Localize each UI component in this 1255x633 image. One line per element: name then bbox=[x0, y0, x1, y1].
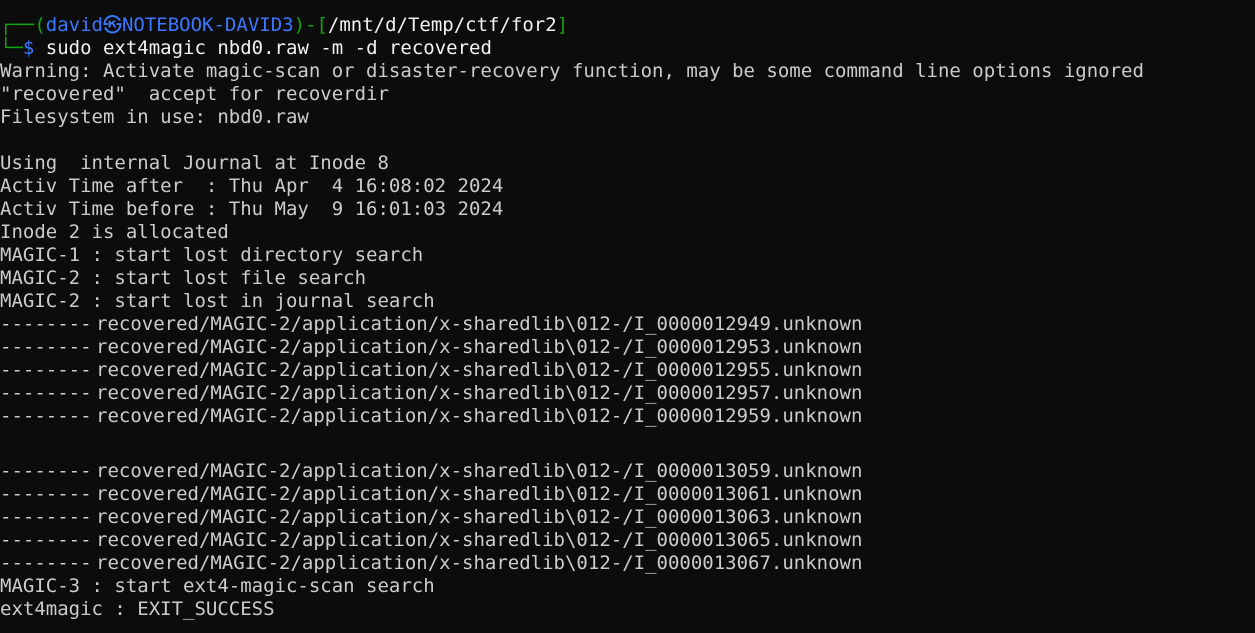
row-marker: -------- bbox=[0, 382, 92, 404]
recovered-file-path: recovered/MAGIC-2/application/x-sharedli… bbox=[96, 529, 863, 551]
prompt-host: NOTEBOOK-DAVID3 bbox=[121, 14, 294, 36]
prompt-corner-top: ┌──( bbox=[0, 14, 46, 36]
command-text: sudo ext4magic nbd0.raw -m -d recovered bbox=[34, 37, 492, 59]
recovered-file-path: recovered/MAGIC-2/application/x-sharedli… bbox=[96, 552, 863, 574]
recovered-file-path: recovered/MAGIC-2/application/x-sharedli… bbox=[96, 313, 863, 335]
terminal-window[interactable]: ┌──(david㉿NOTEBOOK-DAVID3)-[/mnt/d/Temp/… bbox=[0, 14, 1255, 621]
recovered-file-path: recovered/MAGIC-2/application/x-sharedli… bbox=[96, 483, 863, 505]
recovered-file-row: -------- recovered/MAGIC-2/application/x-… bbox=[0, 313, 1255, 336]
recovered-file-path: recovered/MAGIC-2/application/x-sharedli… bbox=[96, 359, 863, 381]
output-line: Activ Time before : Thu May 9 16:01:03 2… bbox=[0, 198, 504, 220]
recovered-file-row: -------- recovered/MAGIC-2/application/x-… bbox=[0, 483, 1255, 506]
recovered-file-row: -------- recovered/MAGIC-2/application/x-… bbox=[0, 382, 1255, 405]
row-marker: -------- bbox=[0, 336, 92, 358]
recovered-file-path: recovered/MAGIC-2/application/x-sharedli… bbox=[96, 405, 863, 427]
output-line: Warning: Activate magic-scan or disaster… bbox=[0, 60, 1144, 82]
recovered-file-row: -------- recovered/MAGIC-2/application/x-… bbox=[0, 552, 1255, 575]
recovered-file-row: -------- recovered/MAGIC-2/application/x-… bbox=[0, 460, 1255, 483]
prompt-corner-bottom: └─ bbox=[0, 37, 23, 59]
output-line: Filesystem in use: nbd0.raw bbox=[0, 106, 309, 128]
output-line: MAGIC-1 : start lost directory search bbox=[0, 244, 424, 266]
command-line[interactable]: └─$ sudo ext4magic nbd0.raw -m -d recove… bbox=[0, 37, 1255, 60]
row-marker: -------- bbox=[0, 405, 92, 427]
row-marker: -------- bbox=[0, 552, 92, 574]
prompt-dollar: $ bbox=[22, 37, 35, 59]
recovered-file-row: -------- recovered/MAGIC-2/application/x-… bbox=[0, 336, 1255, 359]
recovered-file-row: -------- recovered/MAGIC-2/application/x-… bbox=[0, 506, 1255, 529]
prompt-line: ┌──(david㉿NOTEBOOK-DAVID3)-[/mnt/d/Temp/… bbox=[0, 14, 1255, 37]
output-line: MAGIC-3 : start ext4-magic-scan search bbox=[0, 575, 435, 597]
row-marker: -------- bbox=[0, 483, 92, 505]
prompt-close: ] bbox=[556, 14, 569, 36]
row-marker: -------- bbox=[0, 460, 92, 482]
recovered-file-path: recovered/MAGIC-2/application/x-sharedli… bbox=[96, 336, 863, 358]
row-marker: -------- bbox=[0, 529, 92, 551]
output-line: Activ Time after : Thu Apr 4 16:08:02 20… bbox=[0, 175, 504, 197]
output-line: Inode 2 is allocated bbox=[0, 221, 229, 243]
recovered-file-path: recovered/MAGIC-2/application/x-sharedli… bbox=[96, 382, 863, 404]
output-line: ext4magic : EXIT_SUCCESS bbox=[0, 598, 275, 620]
row-marker: -------- bbox=[0, 506, 92, 528]
prompt-at-symbol: ㉿ bbox=[102, 14, 122, 36]
row-marker: -------- bbox=[0, 313, 92, 335]
output-line: MAGIC-2 : start lost file search bbox=[0, 267, 367, 289]
recovered-file-path: recovered/MAGIC-2/application/x-sharedli… bbox=[96, 506, 863, 528]
row-marker: -------- bbox=[0, 359, 92, 381]
recovered-file-path: recovered/MAGIC-2/application/x-sharedli… bbox=[96, 460, 863, 482]
output-line: MAGIC-2 : start lost in journal search bbox=[0, 290, 435, 312]
output-gap bbox=[0, 451, 1255, 460]
prompt-mid: )-[ bbox=[293, 14, 328, 36]
recovered-file-row: -------- recovered/MAGIC-2/application/x-… bbox=[0, 359, 1255, 382]
output-line: Using internal Journal at Inode 8 bbox=[0, 152, 389, 174]
recovered-file-row: -------- recovered/MAGIC-2/application/x-… bbox=[0, 405, 1255, 428]
prompt-path: /mnt/d/Temp/ctf/for2 bbox=[327, 14, 557, 36]
output-line: "recovered" accept for recoverdir bbox=[0, 83, 389, 105]
recovered-file-row: -------- recovered/MAGIC-2/application/x-… bbox=[0, 529, 1255, 552]
prompt-user: david bbox=[45, 14, 103, 36]
